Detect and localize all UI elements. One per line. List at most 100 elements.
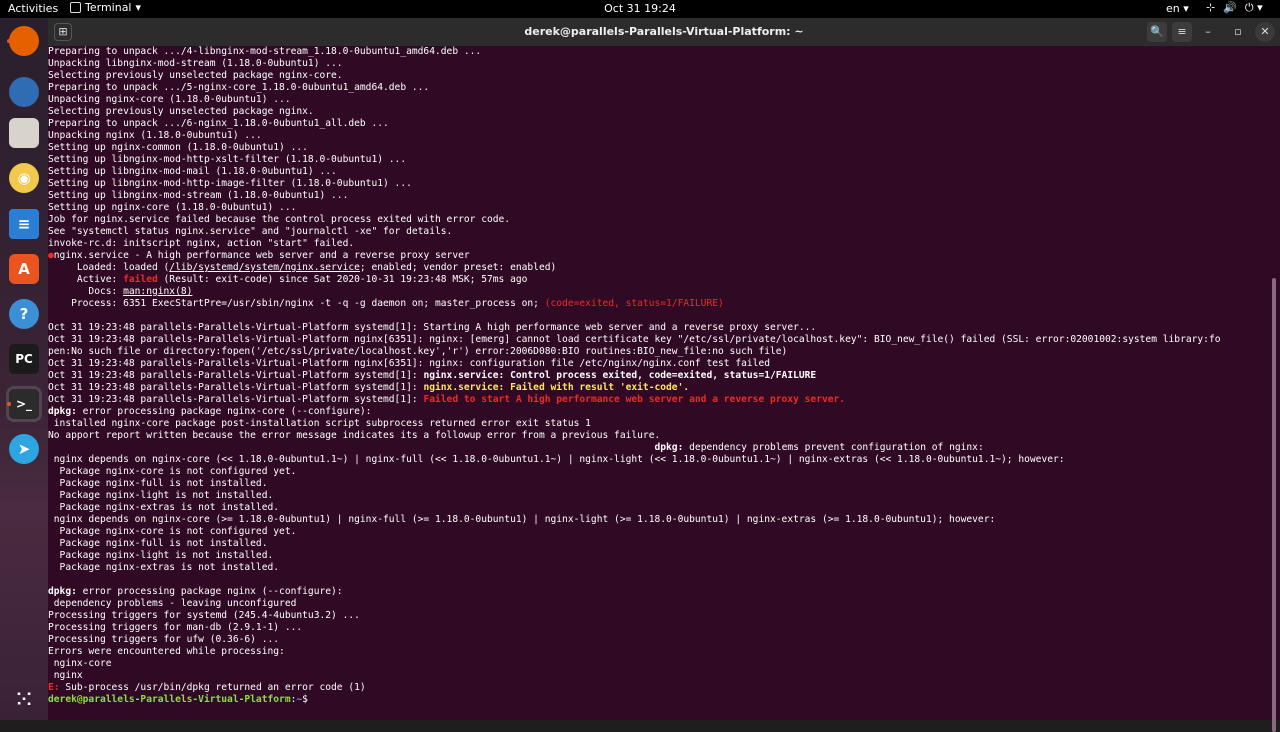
terminal-text: (code=exited, status=1/FAILURE) — [544, 298, 724, 309]
terminal-text: No apport report written because the err… — [48, 430, 661, 441]
dock-item-terminal[interactable]: >_ — [6, 386, 42, 422]
terminal-line: nginx depends on nginx-core (>= 1.18.0-0… — [48, 514, 1268, 526]
terminal-text: error processing package nginx (--config… — [76, 586, 343, 597]
terminal-text: dpkg: — [48, 406, 77, 417]
app-menu[interactable]: Terminal ▾ — [70, 1, 141, 14]
dock-item-pycharm[interactable]: PC — [6, 341, 42, 377]
libreoffice-writer-icon: ≡ — [9, 209, 39, 239]
terminal-text: Loaded: loaded ( — [48, 262, 170, 273]
dock-item-help[interactable]: ? — [6, 296, 42, 332]
dock-item-software[interactable]: A — [6, 251, 42, 287]
app-menu-label: Terminal — [85, 1, 132, 14]
terminal-text: Oct 31 19:23:48 parallels-Parallels-Virt… — [48, 322, 817, 333]
terminal-text: Oct 31 19:23:48 parallels-Parallels-Virt… — [48, 382, 424, 393]
terminal-text: Preparing to unpack .../5-nginx-core_1.1… — [48, 82, 430, 93]
terminal-text: Processing triggers for systemd (245.4-4… — [48, 610, 360, 621]
language-selector[interactable]: en ▾ — [1166, 2, 1189, 15]
terminal-text: nginx.service: Control process exited, c… — [423, 370, 817, 381]
dock-item-thunderbird[interactable] — [6, 74, 42, 110]
terminal-text: dpkg: — [48, 586, 77, 597]
volume-icon: 🔊 — [1223, 1, 1237, 14]
terminal-line: E: Sub-process /usr/bin/dpkg returned an… — [48, 682, 1268, 694]
software-icon: A — [9, 254, 39, 284]
scrollbar[interactable] — [1272, 278, 1276, 732]
terminal-line: dependency problems - leaving unconfigur… — [48, 598, 1268, 610]
terminal-line: Package nginx-light is not installed. — [48, 490, 1268, 502]
close-icon[interactable]: ✕ — [1255, 22, 1275, 42]
terminal-line: derek@parallels-Parallels-Virtual-Platfo… — [48, 694, 1268, 706]
rhythmbox-icon: ◉ — [9, 163, 39, 193]
terminal-line: Processing triggers for ufw (0.36-6) ... — [48, 634, 1268, 646]
terminal-text: installed nginx-core package post-instal… — [48, 418, 591, 429]
terminal-line: Processing triggers for systemd (245.4-4… — [48, 610, 1268, 622]
terminal-line: Package nginx-full is not installed. — [48, 538, 1268, 550]
terminal-line: nginx — [48, 670, 1268, 682]
chevron-down-icon: ▾ — [135, 1, 142, 14]
terminal-text: Package nginx-light is not installed. — [48, 550, 274, 561]
terminal-line: dpkg: error processing package nginx (--… — [48, 586, 1268, 598]
terminal-text: Setting up libnginx-mod-stream (1.18.0-0… — [48, 190, 349, 201]
terminal-text: Active: — [48, 274, 124, 285]
terminal-line: See "systemctl status nginx.service" and… — [48, 226, 1268, 238]
help-icon: ? — [9, 299, 39, 329]
dock-item-libreoffice-writer[interactable]: ≡ — [6, 206, 42, 242]
show-applications-icon[interactable]: ⁙ — [6, 682, 42, 718]
terminal-line: Processing triggers for man-db (2.9.1-1)… — [48, 622, 1268, 634]
terminal-text: Selecting previously unselected package … — [48, 106, 314, 117]
power-icon: ⏻ ▾ — [1244, 1, 1263, 14]
new-tab-icon[interactable]: ⊞ — [54, 23, 72, 41]
terminal-line: invoke-rc.d: initscript nginx, action "s… — [48, 238, 1268, 250]
terminal-output[interactable]: Preparing to unpack .../4-libnginx-mod-s… — [48, 46, 1280, 732]
clock[interactable]: Oct 31 19:24 — [604, 2, 676, 15]
title-bar[interactable]: ⊞ derek@parallels-Parallels-Virtual-Plat… — [48, 18, 1280, 46]
terminal-line: Preparing to unpack .../6-nginx_1.18.0-0… — [48, 118, 1268, 130]
dock-item-firefox[interactable] — [6, 23, 42, 59]
terminal-text: Package nginx-extras is not installed. — [48, 502, 280, 513]
terminal-line: dpkg: error processing package nginx-cor… — [48, 406, 1268, 418]
terminal-text: Preparing to unpack .../4-libnginx-mod-s… — [48, 46, 482, 57]
terminal-line: Oct 31 19:23:48 parallels-Parallels-Virt… — [48, 370, 1268, 382]
terminal-text: pen:No such file or directory:fopen('/et… — [48, 346, 788, 357]
terminal-text: Oct 31 19:23:48 parallels-Parallels-Virt… — [48, 394, 424, 405]
terminal-text: dpkg: — [654, 442, 684, 453]
terminal-text: Failed to start A high performance web s… — [423, 394, 846, 405]
terminal-line: dpkg: dependency problems prevent config… — [48, 442, 1268, 454]
system-tray[interactable]: ⊹ 🔊 ⏻ ▾ — [1206, 1, 1263, 15]
terminal-text: Setting up libnginx-mod-http-xslt-filter… — [48, 154, 407, 165]
terminal-text: Processing triggers for man-db (2.9.1-1)… — [48, 622, 303, 633]
telegram-icon: ➤ — [9, 434, 39, 464]
terminal-line: Loaded: loaded (/lib/systemd/system/ngin… — [48, 262, 1268, 274]
dock-item-rhythmbox[interactable]: ◉ — [6, 160, 42, 196]
terminal-line: ●nginx.service - A high performance web … — [48, 250, 1268, 262]
minimize-icon[interactable]: – — [1198, 22, 1218, 42]
terminal-text: Package nginx-extras is not installed. — [48, 562, 280, 573]
terminal-text: Setting up nginx-core (1.18.0-0ubuntu1) … — [48, 202, 297, 213]
search-icon[interactable]: 🔍 — [1147, 22, 1167, 42]
terminal-text: nginx depends on nginx-core (<< 1.18.0-0… — [48, 454, 1065, 465]
window-title: derek@parallels-Parallels-Virtual-Platfo… — [524, 25, 804, 38]
terminal-line: Oct 31 19:23:48 parallels-Parallels-Virt… — [48, 358, 1268, 370]
terminal-line: Oct 31 19:23:48 parallels-Parallels-Virt… — [48, 322, 1268, 334]
terminal-text: Setting up nginx-common (1.18.0-0ubuntu1… — [48, 142, 308, 153]
terminal-line: Oct 31 19:23:48 parallels-Parallels-Virt… — [48, 334, 1268, 346]
maximize-icon[interactable]: ▫ — [1228, 22, 1248, 42]
terminal-text: Package nginx-full is not installed. — [48, 478, 268, 489]
terminal-text: Preparing to unpack .../6-nginx_1.18.0-0… — [48, 118, 389, 129]
activities-button[interactable]: Activities — [8, 2, 58, 15]
terminal-line: Process: 6351 ExecStartPre=/usr/sbin/ngi… — [48, 298, 1268, 310]
terminal-text: Package nginx-full is not installed. — [48, 538, 268, 549]
dock-item-files[interactable] — [6, 115, 42, 151]
dock-item-telegram[interactable]: ➤ — [6, 431, 42, 467]
terminal-window: ⊞ derek@parallels-Parallels-Virtual-Plat… — [48, 18, 1280, 732]
pycharm-icon: PC — [9, 344, 39, 374]
terminal-line: No apport report written because the err… — [48, 430, 1268, 442]
menu-icon[interactable]: ≡ — [1172, 22, 1192, 42]
terminal-text: E: — [48, 682, 60, 693]
terminal-line: Package nginx-extras is not installed. — [48, 562, 1268, 574]
terminal-line: Setting up nginx-common (1.18.0-0ubuntu1… — [48, 142, 1268, 154]
terminal-text: Processing triggers for ufw (0.36-6) ... — [48, 634, 280, 645]
terminal-text: man:nginx(8) — [123, 286, 193, 297]
